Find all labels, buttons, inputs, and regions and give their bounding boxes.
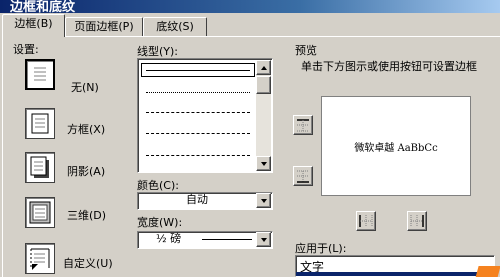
right-border-button[interactable] [407, 211, 427, 231]
color-value: 自动 [186, 193, 208, 206]
border-bottom-icon [297, 170, 309, 183]
setting-3d-button[interactable] [25, 197, 55, 228]
line-style-dashed[interactable] [146, 133, 250, 134]
top-border-button[interactable] [293, 115, 313, 135]
setting-shadow-button[interactable] [25, 152, 55, 183]
style-heading: 线型(Y): [137, 45, 179, 58]
tab-borders-label: 边框(B) [14, 17, 53, 30]
color-dropdown-button[interactable] [256, 193, 271, 208]
setting-none-label: 无(N) [71, 81, 99, 94]
setting-custom-button[interactable] [25, 243, 55, 274]
border-box-icon [31, 113, 49, 134]
color-dropdown[interactable]: 自动 [137, 192, 273, 210]
width-dropdown[interactable]: ½ 磅 [137, 231, 273, 249]
border-custom-icon [30, 248, 50, 270]
preview-sample-text: 微软卓越 AaBbCc [354, 143, 438, 154]
chevron-down-icon [260, 237, 267, 242]
setting-custom-label: 自定义(U) [63, 257, 113, 270]
border-none-icon [34, 67, 46, 81]
border-left-icon [359, 215, 373, 227]
width-value: ½ 磅 [156, 232, 182, 245]
border-top-icon [297, 119, 309, 132]
setting-3d-label: 三维(D) [67, 209, 107, 222]
tab-borders[interactable]: 边框(B) [2, 14, 65, 37]
apply-to-selection-strip [296, 272, 494, 276]
settings-heading: 设置: [13, 43, 39, 56]
line-style-dash-dot[interactable] [146, 112, 250, 113]
scroll-up-button[interactable] [256, 60, 271, 75]
border-right-icon [410, 215, 424, 227]
bottom-border-button[interactable] [293, 166, 313, 186]
window-title: 边框和底纹 [10, 0, 76, 13]
tab-panel-borders: 设置: 无(N) 方框(X) 阴影(A) 三维(D) 自定义(U) 线型(Y):… [2, 36, 500, 277]
scroll-down-button[interactable] [256, 156, 271, 171]
setting-box-label: 方框(X) [67, 123, 106, 136]
setting-box-button[interactable] [25, 108, 55, 139]
setting-shadow-label: 阴影(A) [67, 165, 106, 178]
tab-shading[interactable]: 底纹(S) [143, 17, 207, 36]
width-dropdown-button[interactable] [256, 232, 271, 247]
preview-heading: 预览 [295, 44, 317, 57]
width-line-sample [202, 239, 252, 240]
line-style-long-dashed[interactable] [146, 155, 250, 156]
line-style-dotted[interactable] [146, 92, 250, 93]
title-bar: 边框和底纹 [0, 0, 500, 13]
apply-to-label: 应用于(L): [295, 242, 347, 255]
line-style-scrollbar[interactable] [256, 60, 271, 171]
tab-shading-label: 底纹(S) [156, 20, 194, 33]
border-shadow-icon [30, 156, 49, 178]
width-label: 宽度(W): [137, 216, 183, 229]
apply-to-dropdown[interactable]: 文字 [295, 255, 495, 277]
preview-area[interactable]: 微软卓越 AaBbCc [321, 96, 471, 196]
scroll-thumb[interactable] [256, 76, 271, 94]
arrow-down-icon [260, 161, 267, 166]
watermark-logo-fragment [475, 266, 500, 277]
border-3d-icon [29, 201, 51, 224]
tab-page-border[interactable]: 页面边框(P) [65, 17, 143, 36]
chevron-down-icon [260, 198, 267, 203]
line-style-list[interactable] [137, 58, 273, 173]
arrow-up-icon [260, 65, 267, 70]
setting-none-button[interactable] [25, 59, 55, 90]
left-border-button[interactable] [356, 211, 376, 231]
preview-instruction: 单击下方图示或使用按钮可设置边框 [301, 60, 477, 73]
line-style-solid[interactable] [146, 70, 250, 71]
tab-page-border-label: 页面边框(P) [74, 20, 134, 33]
color-label: 颜色(C): [137, 179, 179, 192]
